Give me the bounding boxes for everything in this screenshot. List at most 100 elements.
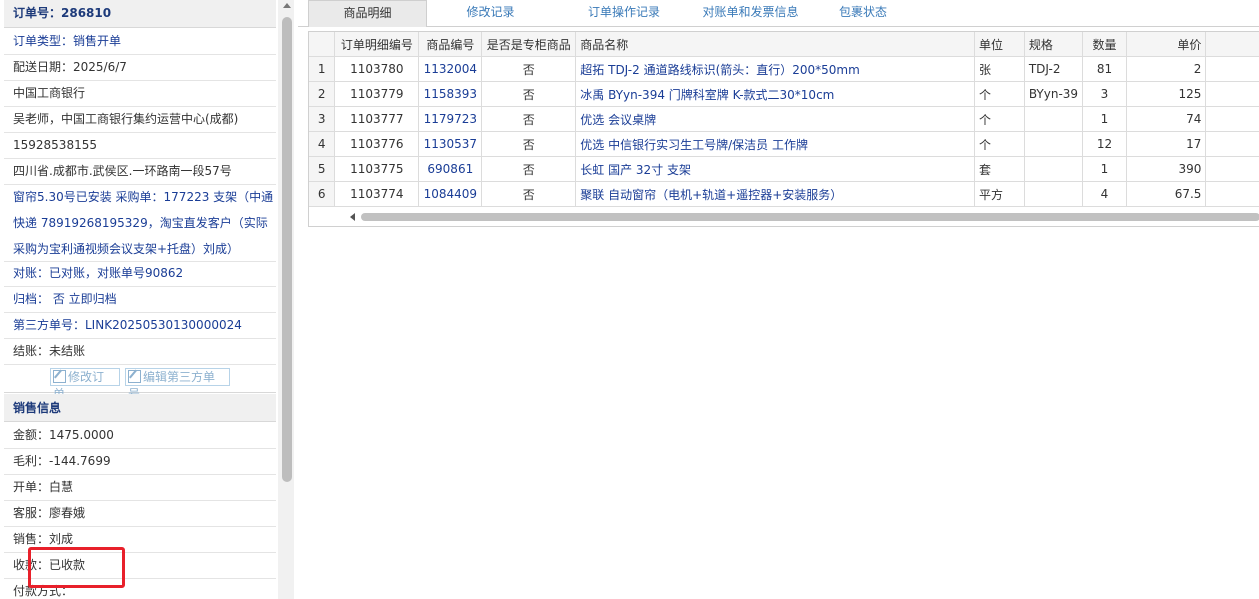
cell-unit: 套 [974,156,1025,182]
cell-product-name-link[interactable]: 优选 中信银行实习生工号牌/保洁员 工作牌 [575,131,976,157]
contact-phone: 15928538155 [4,132,276,159]
order-info-panel: 订单号：286810 订单类型：销售开单 配送日期：2025/6/7 中国工商银… [0,0,279,599]
tab-package-status[interactable]: 包裹状态 [823,0,903,25]
row-number: 3 [309,106,336,132]
cell-unit-price: 17 [1126,131,1207,157]
scroll-left-arrow-icon[interactable] [350,213,355,221]
column-header-detail-no[interactable]: 订单明细编号 [334,32,420,57]
column-header-unit-price[interactable]: 单价 [1126,32,1207,57]
settlement-status: 结账：未结账 [4,338,276,365]
row-number: 4 [309,131,336,157]
cell-extra [1205,56,1259,82]
cell-unit: 个 [974,81,1025,107]
left-panel-scroll-thumb[interactable] [282,17,292,482]
tab-order-operation-records[interactable]: 订单操作记录 [564,0,684,25]
edit-third-party-button[interactable]: 编辑第三方单号 [125,368,230,401]
column-header-extra [1205,32,1259,57]
table-header-row: 订单明细编号 商品编号 是否是专柜商品 商品名称 单位 规格 数量 单价 [309,32,1259,57]
cell-product-name-link[interactable]: 长虹 国产 32寸 支架 [575,156,976,182]
cell-extra [1205,81,1259,107]
archive-status[interactable]: 归档： 否 立即归档 [4,286,276,313]
tab-modify-records[interactable]: 修改记录 [438,0,543,25]
cell-spec [1024,131,1084,157]
customer-service: 客服：廖春娥 [4,500,276,527]
row-number: 6 [309,181,336,207]
cell-product-name-link[interactable]: 冰禹 BYyn-394 门牌科室牌 K-款式二30*10cm [575,81,976,107]
cell-quantity: 81 [1082,56,1127,82]
cell-product-name-link[interactable]: 优选 会议桌牌 [575,106,976,132]
cell-sku-link[interactable]: 1132004 [418,56,483,82]
cell-detail-no: 1103777 [334,106,420,132]
cell-detail-no: 1103776 [334,131,420,157]
third-party-order-number: 第三方单号：LINK20250530130000024 [4,312,276,339]
cell-unit-price: 2 [1126,56,1207,82]
row-number: 1 [309,56,336,82]
order-action-bar: 修改订单 编辑第三方单号 [4,364,276,401]
column-header-spec[interactable]: 规格 [1024,32,1084,57]
cell-quantity: 12 [1082,131,1127,157]
cell-quantity: 1 [1082,106,1127,132]
edit-icon [53,370,66,383]
cell-unit-price: 125 [1126,81,1207,107]
cell-extra [1205,181,1259,207]
cell-sku-link[interactable]: 690861 [418,156,483,182]
cell-unit: 个 [974,106,1025,132]
cell-sku-link[interactable]: 1084409 [418,181,483,207]
contact-person: 吴老师，中国工商银行集约运营中心(成都) [4,106,276,133]
cell-quantity: 3 [1082,81,1127,107]
cell-unit: 张 [974,56,1025,82]
column-header-product-name[interactable]: 商品名称 [575,32,976,57]
tab-reconcile-invoice[interactable]: 对账单和发票信息 [678,0,823,25]
cell-spec: TDJ-2 [1024,56,1084,82]
cell-detail-no: 1103774 [334,181,420,207]
table-row[interactable]: 6 1103774 1084409 否 聚联 自动窗帘（电机+轨道+遥控器+安装… [309,181,1259,207]
cell-counter: 否 [481,106,577,132]
scroll-up-arrow-icon[interactable] [283,3,291,8]
cell-counter: 否 [481,131,577,157]
horizontal-scrollbar[interactable] [345,210,1259,224]
table-row[interactable]: 1 1103780 1132004 否 超拓 TDJ-2 通道路线标识(箭头：直… [309,56,1259,82]
cell-detail-no: 1103780 [334,56,420,82]
column-header-unit[interactable]: 单位 [974,32,1025,57]
cell-extra [1205,131,1259,157]
gross-profit: 毛利：-144.7699 [4,448,276,475]
sales-amount: 金额：1475.0000 [4,422,276,449]
highlight-annotation [28,547,125,588]
column-header-sku[interactable]: 商品编号 [418,32,483,57]
tab-product-details[interactable]: 商品明细 [308,0,427,27]
detail-panel: 商品明细 修改记录 订单操作记录 对账单和发票信息 包裹状态 订单明细编号 商品… [298,0,1259,599]
product-detail-grid: 订单明细编号 商品编号 是否是专柜商品 商品名称 单位 规格 数量 单价 1 1… [308,31,1259,227]
table-row[interactable]: 3 1103777 1179723 否 优选 会议桌牌 个 1 74 [309,106,1259,132]
cell-sku-link[interactable]: 1130537 [418,131,483,157]
table-row[interactable]: 5 1103775 690861 否 长虹 国产 32寸 支架 套 1 390 [309,156,1259,182]
column-header-quantity[interactable]: 数量 [1082,32,1127,57]
rownum-header [309,32,336,57]
column-header-counter[interactable]: 是否是专柜商品 [481,32,577,57]
cell-extra [1205,106,1259,132]
company-name: 中国工商银行 [4,80,276,107]
cell-product-name-link[interactable]: 超拓 TDJ-2 通道路线标识(箭头：直行）200*50mm [575,56,976,82]
cell-counter: 否 [481,81,577,107]
table-row[interactable]: 2 1103779 1158393 否 冰禹 BYyn-394 门牌科室牌 K-… [309,81,1259,107]
cell-unit: 平方 [974,181,1025,207]
order-note: 窗帘5.30号已安装 采购单：177223 支架（中通快递 7891926819… [4,184,276,262]
cell-product-name-link[interactable]: 聚联 自动窗帘（电机+轨道+遥控器+安装服务） [575,181,976,207]
cell-spec: BYyn-39 [1024,81,1084,107]
cell-spec [1024,181,1084,207]
cell-extra [1205,156,1259,182]
cell-spec [1024,106,1084,132]
cell-sku-link[interactable]: 1179723 [418,106,483,132]
table-row[interactable]: 4 1103776 1130537 否 优选 中信银行实习生工号牌/保洁员 工作… [309,131,1259,157]
cell-counter: 否 [481,181,577,207]
order-issuer: 开单：白慧 [4,474,276,501]
cell-sku-link[interactable]: 1158393 [418,81,483,107]
cell-counter: 否 [481,56,577,82]
edit-order-button[interactable]: 修改订单 [50,368,120,401]
cell-quantity: 1 [1082,156,1127,182]
sales-info-header: 销售信息 [4,394,276,422]
row-number: 2 [309,81,336,107]
row-number: 5 [309,156,336,182]
reconcile-status: 对账：已对账，对账单号90862 [4,260,276,287]
cell-unit-price: 74 [1126,106,1207,132]
horizontal-scroll-thumb[interactable] [361,213,1259,221]
